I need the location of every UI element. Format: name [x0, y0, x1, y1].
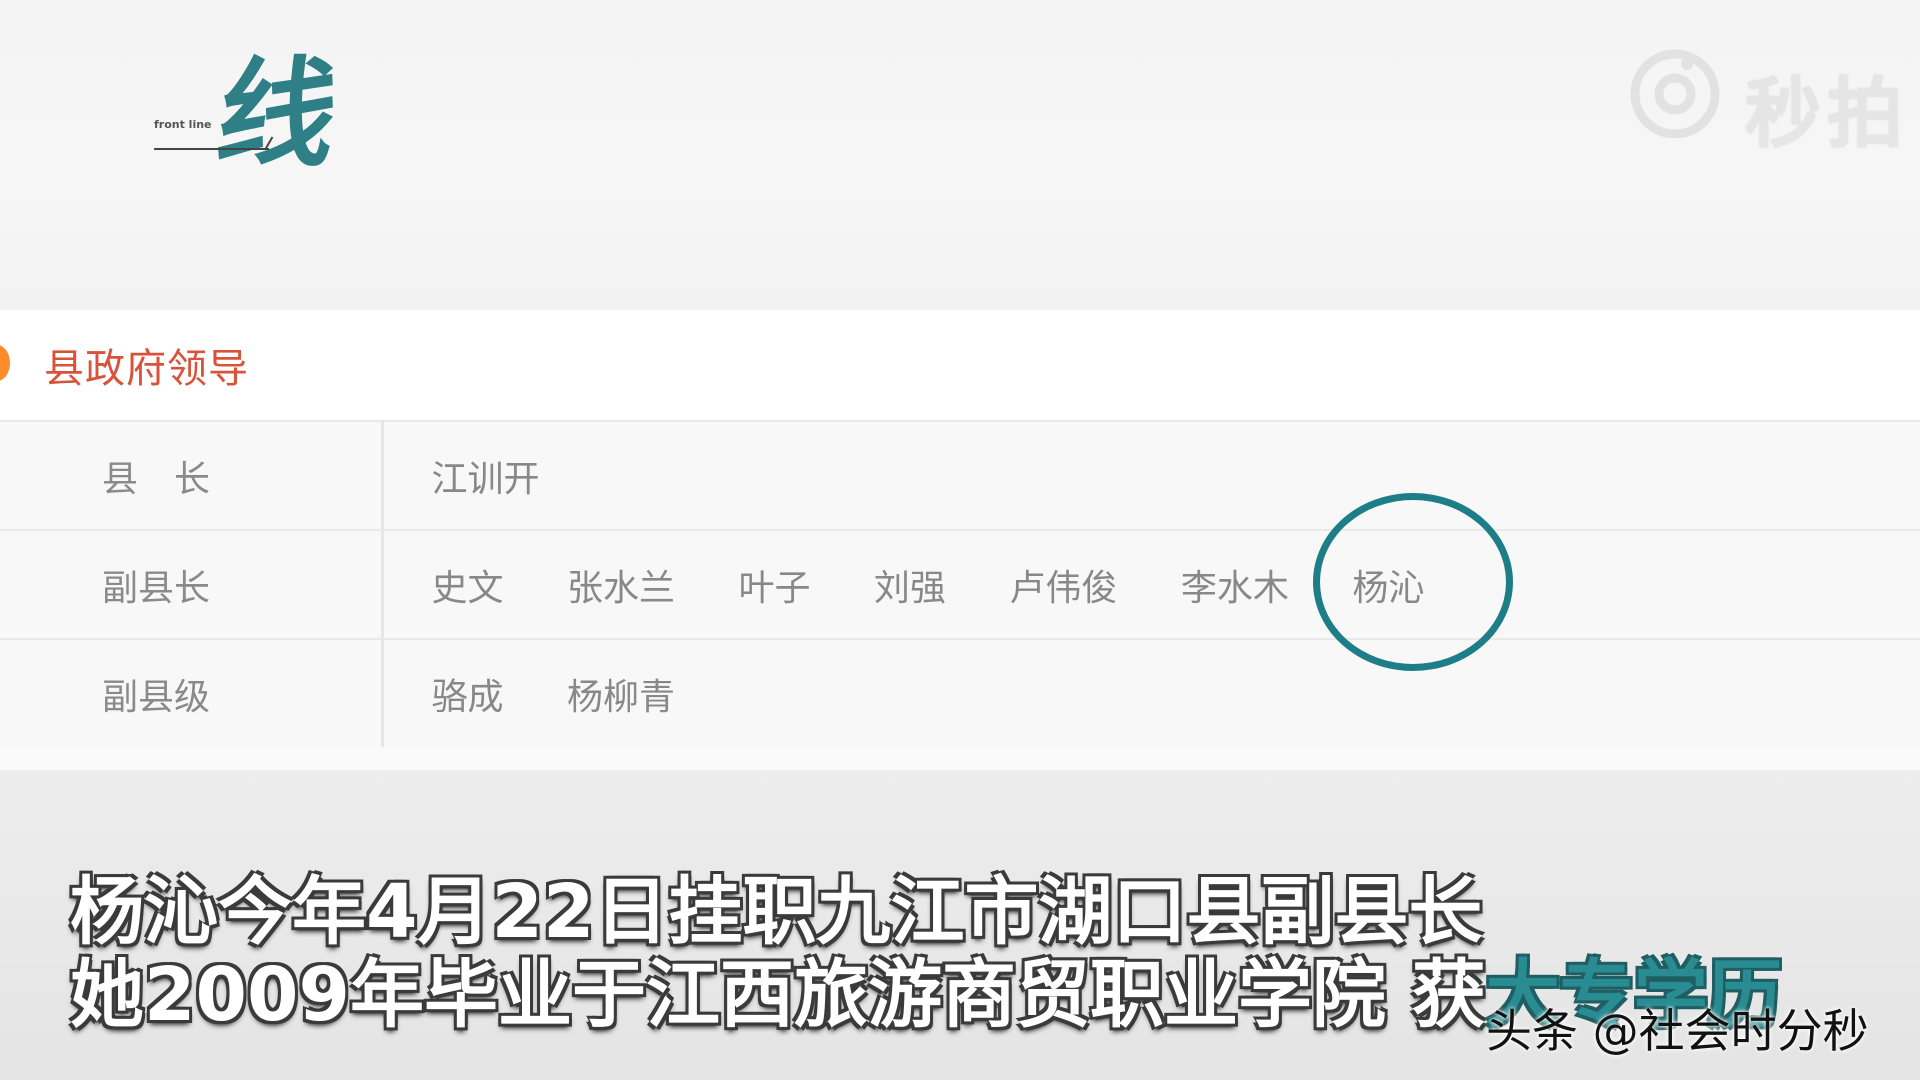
frontline-logo: 线 front line: [150, 30, 370, 183]
section-title: 县政府领导: [44, 346, 249, 392]
role-label: 副县长: [0, 529, 384, 639]
leader-name-link[interactable]: 刘强: [874, 559, 946, 611]
table-row: 副县级 骆成 杨柳青: [0, 638, 1920, 747]
leader-name-link[interactable]: 叶子: [738, 559, 810, 611]
miaopai-watermark: 秒拍: [1625, 48, 1910, 158]
leader-name-link[interactable]: 张水兰: [567, 559, 675, 611]
leader-name-link[interactable]: 杨柳青: [567, 668, 675, 720]
caption-line-2-main: 她2009年毕业于江西旅游商贸职业学院 获: [70, 952, 1486, 1038]
leader-name-link[interactable]: 卢伟俊: [1009, 559, 1117, 611]
table-row: 副县长 史文 张水兰 叶子 刘强 卢伟俊 李水木 杨沁: [0, 529, 1920, 639]
names-cell: 骆成 杨柳青: [382, 638, 1920, 747]
leader-name-link[interactable]: 李水木: [1181, 559, 1289, 611]
logo-underline: [154, 148, 269, 150]
leader-name-link[interactable]: 史文: [432, 559, 504, 611]
section-header: [0, 310, 1920, 420]
logo-subtext: front line: [154, 118, 212, 131]
logo-char: 线: [208, 45, 343, 183]
names-cell: 史文 张水兰 叶子 刘强 卢伟俊 李水木 杨沁: [382, 529, 1920, 639]
watermark-text: 秒拍: [1745, 69, 1909, 158]
leaders-table: 县 长 江训开 副县长 史文 张水兰 叶子 刘强 卢伟俊 李水木 杨沁 副县级 …: [0, 420, 1920, 747]
eye-camera-icon: [1630, 49, 1720, 138]
role-label: 副县级: [0, 638, 384, 747]
leader-name-link[interactable]: 江训开: [432, 450, 540, 502]
source-tag: 头条 @社会时分秒: [1486, 1004, 1869, 1058]
leader-name-link[interactable]: 骆成: [432, 668, 504, 720]
highlight-circle: [1313, 493, 1513, 671]
names-cell: 江训开: [382, 420, 1920, 530]
role-label: 县 长: [0, 420, 384, 530]
table-row: 县 长 江训开: [0, 420, 1920, 530]
